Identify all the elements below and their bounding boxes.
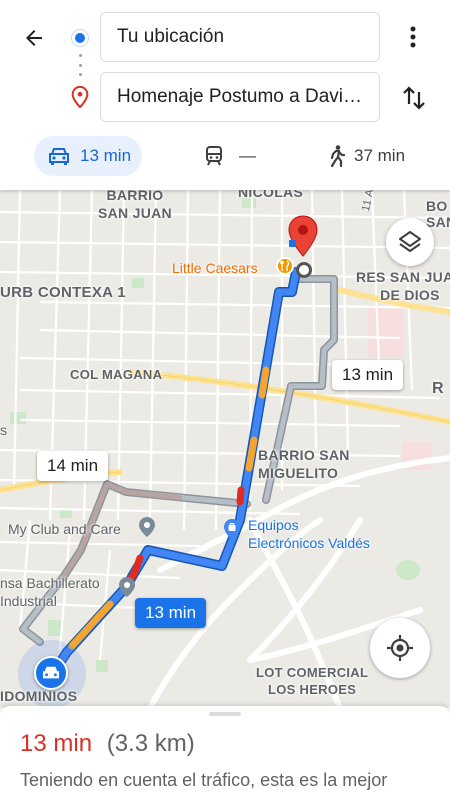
layers-icon xyxy=(399,231,421,252)
route-time-alt-west[interactable]: 14 min xyxy=(37,451,109,481)
map-view[interactable]: BARRIOSAN JUAN NICOLAS BO SSAN URB CONTE… xyxy=(0,190,450,708)
sheet-drag-handle[interactable] xyxy=(209,712,241,716)
more-options-button[interactable] xyxy=(400,24,426,50)
directions-panel: Tu ubicación Homenaje Postumo a Davi… 13… xyxy=(0,0,450,190)
walking-time: 37 min xyxy=(354,146,406,165)
label-bo-san: BO SSAN xyxy=(426,198,450,230)
my-location-button[interactable] xyxy=(370,618,430,678)
route-time-selected[interactable]: 13 min xyxy=(135,598,207,628)
swap-vert-icon xyxy=(403,86,425,110)
route-summary: 13 min (3.3 km) xyxy=(20,730,195,758)
back-button[interactable] xyxy=(18,22,50,54)
gps-fixed-icon xyxy=(387,635,413,661)
shopping-pin-icon[interactable] xyxy=(222,518,242,547)
driving-time: 13 min xyxy=(80,146,132,165)
destination-pin-icon xyxy=(70,85,90,113)
school-pin-icon[interactable] xyxy=(118,576,136,603)
label-res-san-juan: RES SAN JUANDE DIOS xyxy=(356,269,450,303)
label-lot-comercial: LOT COMERCIAL LOS HEROES xyxy=(256,665,369,697)
arrow-back-icon xyxy=(26,30,42,46)
poi-equipos-electronicos[interactable]: Equipos Electrónicos Valdés xyxy=(248,516,370,552)
route-start-square xyxy=(289,240,296,247)
walking-icon xyxy=(330,145,346,167)
destination-circle-icon xyxy=(296,262,312,278)
mode-walking-tab[interactable]: 37 min xyxy=(328,136,405,176)
poi-pin-icon[interactable] xyxy=(138,516,156,543)
label-barrio-san-juan: BARRIO SAN JUAN xyxy=(98,190,172,221)
my-location-icon xyxy=(34,656,68,690)
poi-my-club-and-care[interactable]: My Club and Care xyxy=(8,521,121,537)
label-s: s xyxy=(0,422,8,438)
route-duration: 13 min xyxy=(20,730,93,757)
car-icon xyxy=(49,148,69,165)
label-nicolas: NICOLAS xyxy=(238,190,304,200)
train-icon xyxy=(206,146,222,166)
label-urb-contexa: URB CONTEXA 1 xyxy=(0,284,126,301)
origin-dot-icon xyxy=(72,30,88,46)
label-dominios: IDOMINIOS xyxy=(0,688,78,704)
origin-input[interactable]: Tu ubicación xyxy=(100,12,380,62)
mode-transit-tab[interactable]: — xyxy=(205,136,256,176)
label-col-magana: COL MAGANA xyxy=(70,367,163,382)
label-r: R xyxy=(432,380,444,397)
poi-bachillerato-industrial[interactable]: nsa Bachillerato Industrial xyxy=(0,574,100,610)
transit-time: — xyxy=(239,146,256,165)
more-vert-icon xyxy=(410,26,416,48)
poi-little-caesars[interactable]: Little Caesars xyxy=(172,260,258,276)
route-summary-sheet[interactable]: 13 min (3.3 km) Teniendo en cuenta el tr… xyxy=(0,706,450,800)
swap-locations-button[interactable] xyxy=(398,82,430,114)
route-time-alt-east[interactable]: 13 min xyxy=(332,360,404,390)
mode-driving-tab[interactable]: 13 min xyxy=(34,136,142,176)
route-traffic-note: Teniendo en cuenta el tráfico, esta es l… xyxy=(20,770,388,790)
destination-input[interactable]: Homenaje Postumo a Davi… xyxy=(100,72,380,122)
route-dots-icon xyxy=(78,54,82,76)
route-distance: (3.3 km) xyxy=(106,730,195,757)
label-barrio-san-miguelito: BARRIO SAN MIGUELITO xyxy=(258,447,350,481)
layers-button[interactable] xyxy=(386,218,434,266)
